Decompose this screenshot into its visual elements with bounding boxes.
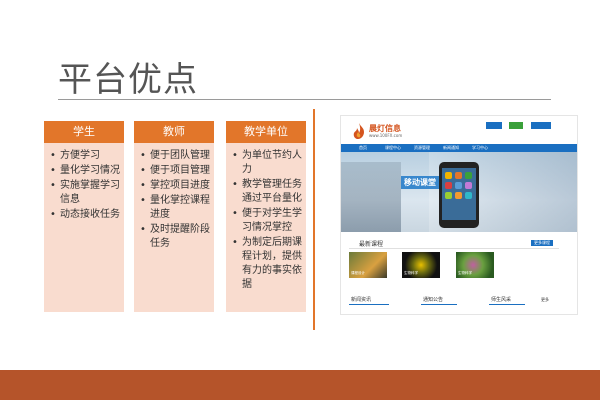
phone-screen bbox=[442, 168, 476, 220]
column-header: 教学单位 bbox=[226, 121, 306, 143]
list-item: 实施掌握学习信息 bbox=[50, 179, 120, 207]
app-icon bbox=[445, 182, 452, 189]
column-student: 学生 方便学习 量化学习情况 实施掌握学习信息 动态接收任务 bbox=[44, 121, 124, 312]
page-title: 平台优点 bbox=[58, 60, 198, 100]
section-rule bbox=[349, 248, 559, 249]
column-teacher: 教师 便于团队管理 便于项目管理 掌控项目进度 量化掌控课程进度 及时提醒阶段任… bbox=[134, 121, 214, 312]
list-item: 便于团队管理 bbox=[140, 149, 210, 163]
app-icon bbox=[445, 192, 452, 199]
tab-news[interactable]: 新闻资讯 bbox=[351, 296, 371, 303]
course-thumbnail[interactable]: 生物科学 bbox=[456, 252, 494, 278]
list-item: 便于对学生学习情况掌控 bbox=[232, 207, 302, 235]
column-header: 学生 bbox=[44, 121, 124, 143]
column-institution: 教学单位 为单位节约人力 教学管理任务通过平台量化 便于对学生学习情况掌控 为制… bbox=[226, 121, 306, 312]
app-icon bbox=[465, 192, 472, 199]
vertical-divider bbox=[313, 109, 315, 330]
site-url: www.100FX.com bbox=[369, 133, 403, 138]
app-icon bbox=[455, 182, 462, 189]
website-screenshot: 晨灯信息 www.100FX.com 首页 课程中心 资源管理 新闻通知 学习中… bbox=[340, 115, 578, 315]
title-underline bbox=[58, 99, 551, 100]
thumbnail-caption: 生物科学 bbox=[404, 271, 418, 275]
tab-underline bbox=[489, 304, 525, 305]
column-header: 教师 bbox=[134, 121, 214, 143]
site-nav: 首页 课程中心 资源管理 新闻通知 学习中心 bbox=[341, 144, 577, 152]
list-item: 动态接收任务 bbox=[50, 208, 120, 222]
app-icon bbox=[465, 172, 472, 179]
app-icon bbox=[455, 172, 462, 179]
tab-notice[interactable]: 通知公告 bbox=[423, 296, 443, 303]
app-icon bbox=[465, 182, 472, 189]
top-button[interactable] bbox=[531, 122, 551, 129]
nav-item[interactable]: 资源管理 bbox=[414, 144, 430, 152]
tab-underline bbox=[349, 304, 389, 305]
nav-item[interactable]: 首页 bbox=[359, 144, 367, 152]
list-item: 掌控项目进度 bbox=[140, 179, 210, 193]
list-item: 及时提醒阶段任务 bbox=[140, 223, 210, 251]
banner-city-image bbox=[341, 162, 401, 232]
nav-item[interactable]: 新闻通知 bbox=[443, 144, 459, 152]
top-button[interactable] bbox=[509, 122, 523, 129]
tab-style[interactable]: 师生风采 bbox=[491, 296, 511, 303]
top-button[interactable] bbox=[486, 122, 502, 129]
tab-underline bbox=[421, 304, 457, 305]
list-item: 为单位节约人力 bbox=[232, 149, 302, 177]
app-icon bbox=[455, 192, 462, 199]
nav-item[interactable]: 课程中心 bbox=[385, 144, 401, 152]
list-item: 教学管理任务通过平台量化 bbox=[232, 178, 302, 206]
course-thumbnail[interactable]: 生物科学 bbox=[402, 252, 440, 278]
list-item: 便于项目管理 bbox=[140, 164, 210, 178]
thumbnail-caption: 生物科学 bbox=[458, 271, 472, 275]
nav-item[interactable]: 学习中心 bbox=[472, 144, 488, 152]
site-header: 晨灯信息 www.100FX.com bbox=[341, 116, 577, 144]
course-thumbnail[interactable]: 课程设计 bbox=[349, 252, 387, 278]
list-item: 量化掌控课程进度 bbox=[140, 194, 210, 222]
list-item: 方便学习 bbox=[50, 149, 120, 163]
list-item: 量化学习情况 bbox=[50, 164, 120, 178]
thumbnail-caption: 课程设计 bbox=[351, 271, 365, 275]
section-title: 最新课程 bbox=[359, 241, 384, 248]
list-item: 为制定后期课程计划，提供有力的事实依据 bbox=[232, 236, 302, 292]
phone-image bbox=[439, 162, 479, 228]
app-icon bbox=[445, 172, 452, 179]
footer-band bbox=[0, 370, 600, 400]
tab-more-link[interactable]: 更多 bbox=[541, 297, 549, 303]
site-banner: 移动课堂 自在学习 bbox=[341, 152, 577, 232]
flame-logo-icon bbox=[353, 123, 364, 139]
more-courses-button[interactable]: 更多课程 bbox=[531, 240, 553, 246]
